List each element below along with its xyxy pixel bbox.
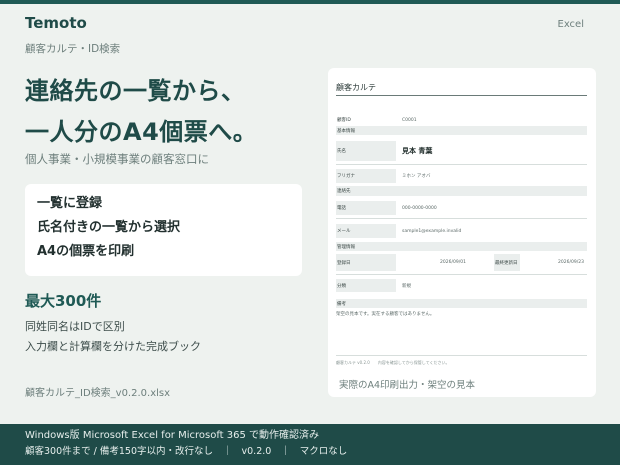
top-accent-bar — [0, 0, 620, 4]
preview-value: 000-0000-0000 — [402, 205, 437, 211]
preview-label: 登録日 — [336, 254, 396, 271]
preview-row-category: 分類 新規 — [336, 279, 587, 292]
preview-section-basic: 基本情報 — [336, 126, 587, 135]
preview-row-name: 氏名 見本 青葉 — [336, 141, 587, 161]
preview-label: 氏名 — [336, 141, 396, 161]
preview-footer-note: 顧客カルテ v0.2.0 内容を確認してから保管してください。 — [336, 360, 450, 365]
preview-label: フリガナ — [336, 169, 396, 183]
preview-title-rule — [336, 95, 587, 96]
preview-divider — [336, 164, 587, 165]
preview-divider — [336, 274, 587, 275]
footer-bar: Windows版 Microsoft Excel for Microsoft 3… — [0, 424, 620, 465]
tagline: 個人事業・小規模事業の顧客窓口に — [25, 152, 209, 166]
preview-section-label: 基本情報 — [337, 128, 355, 134]
preview-value: 2026/09/23 — [558, 260, 584, 265]
feature-card: 一覧に登録 氏名付きの一覧から選択 A4の個票を印刷 — [25, 184, 302, 276]
preview-caption: 実際のA4印刷出力・架空の見本 — [339, 380, 476, 391]
footer-compat: Windows版 Microsoft Excel for Microsoft 3… — [25, 430, 320, 441]
preview-row-kana: フリガナ ミホン アオバ — [336, 169, 587, 183]
product-subtitle: 顧客カルテ・ID検索 — [25, 43, 121, 55]
feature-item: 一覧に登録 — [37, 196, 103, 211]
preview-section-label: 管理情報 — [337, 244, 355, 250]
preview-value: sample1@example.invalid — [402, 228, 462, 234]
preview-section-label: 備考 — [337, 301, 346, 307]
note-same-name: 同姓同名はIDで区別 — [25, 320, 125, 333]
print-preview-card: 顧客カルテ 顧客ID C0001 基本情報 氏名 見本 青葉 フリガナ ミホン … — [328, 68, 596, 397]
feature-item: 氏名付きの一覧から選択 — [37, 220, 181, 235]
file-name: 顧客カルテ_ID検索_v0.2.0.xlsx — [25, 388, 171, 399]
note-workbook: 入力欄と計算欄を分けた完成ブック — [25, 340, 201, 353]
preview-row-dates: 登録日 2026/09/01 最終更新日 2026/09/23 — [336, 254, 587, 271]
headline-line-1: 連絡先の一覧から、 — [25, 77, 246, 105]
feature-item: A4の個票を印刷 — [37, 244, 135, 259]
preview-divider — [336, 218, 587, 219]
preview-label: 顧客ID — [337, 118, 351, 123]
preview-value: C0001 — [402, 117, 417, 123]
preview-label: メール — [336, 224, 396, 238]
preview-section-contact: 連絡先 — [336, 186, 587, 196]
preview-label: 電話 — [336, 201, 396, 215]
preview-row-id: 顧客ID C0001 — [336, 116, 587, 124]
preview-section-memo: 備考 — [336, 299, 587, 308]
preview-label: 分類 — [336, 279, 396, 292]
preview-value: 新規 — [402, 283, 411, 289]
preview-memo-text: 架空の見本です。実在する顧客ではありません。 — [336, 312, 435, 317]
preview-name-value: 見本 青葉 — [402, 147, 433, 155]
preview-row-phone: 電話 000-0000-0000 — [336, 201, 587, 215]
preview-section-mgmt: 管理情報 — [336, 242, 587, 251]
preview-divider — [336, 355, 587, 356]
excel-tag: Excel — [557, 19, 585, 30]
max-count: 最大300件 — [25, 292, 102, 310]
preview-title: 顧客カルテ — [336, 83, 376, 92]
preview-label: 最終更新日 — [494, 254, 520, 271]
preview-value: 2026/09/01 — [440, 260, 466, 265]
preview-section-label: 連絡先 — [337, 189, 351, 194]
headline-line-2: 一人分のA4個票へ。 — [25, 118, 258, 146]
preview-row-mail: メール sample1@example.invalid — [336, 224, 587, 238]
preview-value: ミホン アオバ — [402, 174, 431, 179]
brand-name: Temoto — [25, 14, 87, 32]
footer-specs: 顧客300件まで / 備考150字以内・改行なし ｜ v0.2.0 ｜ マクロな… — [25, 446, 348, 457]
